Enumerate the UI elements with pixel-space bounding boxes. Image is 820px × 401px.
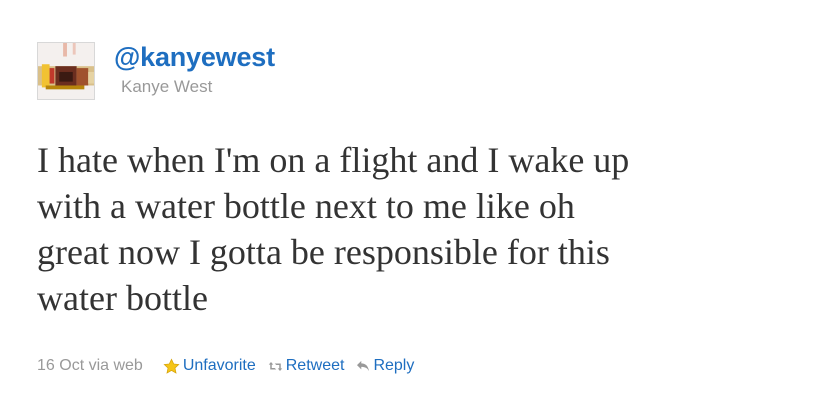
tweet-text-line: I hate when I'm on a flight and I wake u… — [37, 140, 630, 180]
tweet-card: @kanyewest Kanye West I hate when I'm on… — [0, 0, 820, 401]
tweet-timestamp[interactable]: 16 Oct via web — [37, 357, 143, 375]
tweet-text: I hate when I'm on a flight and I wake u… — [37, 137, 797, 321]
tweet-text-line: water bottle — [37, 278, 208, 318]
tweet-meta: 16 Oct via web Unfavorite Retweet Reply — [37, 355, 426, 377]
user-handle[interactable]: @kanyewest — [114, 42, 275, 72]
unfavorite-label: Unfavorite — [182, 357, 256, 374]
retweet-button[interactable]: Retweet — [268, 357, 345, 375]
user-full-name: Kanye West — [121, 77, 213, 96]
reply-button[interactable]: Reply — [356, 357, 414, 375]
unfavorite-button[interactable]: Unfavorite — [163, 357, 256, 375]
avatar-image — [38, 43, 94, 99]
retweet-icon — [268, 360, 283, 373]
tweet-text-line: with a water bottle next to me like oh — [37, 186, 575, 226]
reply-icon — [356, 360, 370, 372]
star-icon — [163, 357, 180, 375]
tweet-text-line: great now I gotta be responsible for thi… — [37, 232, 610, 272]
retweet-label: Retweet — [285, 357, 345, 374]
reply-label: Reply — [373, 357, 415, 374]
avatar[interactable] — [37, 42, 95, 100]
